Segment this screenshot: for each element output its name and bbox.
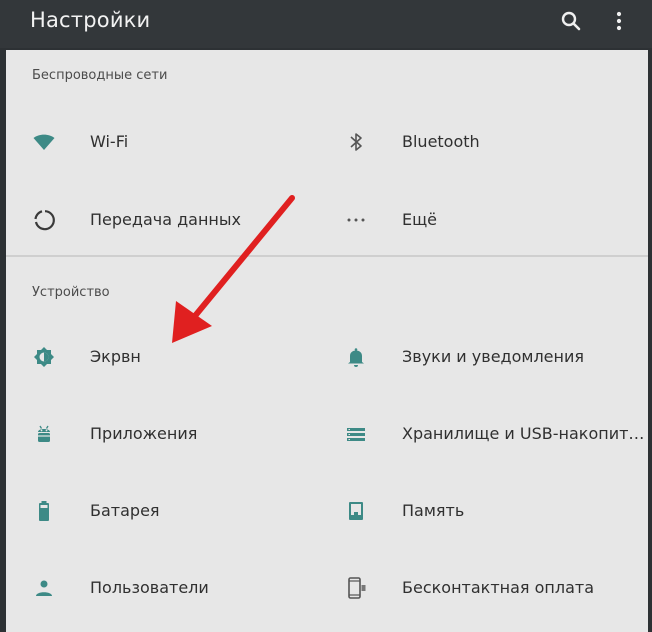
item-label: Память <box>402 501 465 520</box>
data-usage-icon <box>32 208 56 232</box>
device-section: Устройство Экрвн Звуки и уведомления При… <box>6 257 648 632</box>
item-label: Батарея <box>90 501 160 520</box>
search-icon[interactable] <box>556 6 586 36</box>
item-label: Звуки и уведомления <box>402 347 585 366</box>
settings-item-apps[interactable]: Приложения <box>32 414 312 454</box>
settings-item-data-usage[interactable]: Передача данных <box>32 200 312 240</box>
nfc-payment-icon <box>344 576 368 600</box>
section-header-device: Устройство <box>32 285 110 300</box>
storage-icon <box>344 422 368 446</box>
settings-item-storage[interactable]: Хранилище и USB-накопит… <box>344 414 644 454</box>
section-header-wireless: Беспроводные сети <box>32 68 168 83</box>
memory-icon <box>344 499 368 523</box>
item-label: Bluetooth <box>402 132 480 151</box>
settings-item-battery[interactable]: Батарея <box>32 491 312 531</box>
battery-icon <box>32 499 56 523</box>
settings-item-bluetooth[interactable]: Bluetooth <box>344 122 634 162</box>
settings-item-display[interactable]: Экрвн <box>32 337 312 377</box>
page-title: Настройки <box>30 8 151 32</box>
settings-screen: Беспроводные сети Wi-Fi Bluetooth Переда… <box>6 50 648 632</box>
item-label: Хранилище и USB-накопит… <box>402 424 645 443</box>
wifi-icon <box>32 130 56 154</box>
android-icon <box>32 422 56 446</box>
item-label: Передача данных <box>90 210 241 229</box>
item-label: Пользователи <box>90 578 209 597</box>
settings-item-nfc-payment[interactable]: Бесконтактная оплата <box>344 568 634 608</box>
more-horiz-icon <box>344 208 368 232</box>
item-label: Экрвн <box>90 347 141 366</box>
bell-icon <box>344 345 368 369</box>
brightness-icon <box>32 345 56 369</box>
settings-item-more[interactable]: Ещё <box>344 200 634 240</box>
person-icon <box>32 576 56 600</box>
wireless-section: Беспроводные сети Wi-Fi Bluetooth Переда… <box>6 50 648 257</box>
settings-item-wifi[interactable]: Wi-Fi <box>32 122 312 162</box>
more-vert-icon[interactable] <box>604 6 634 36</box>
settings-item-memory[interactable]: Память <box>344 491 634 531</box>
app-bar: Настройки <box>0 0 652 48</box>
item-label: Бесконтактная оплата <box>402 578 595 597</box>
settings-item-users[interactable]: Пользователи <box>32 568 312 608</box>
item-label: Приложения <box>90 424 198 443</box>
item-label: Wi-Fi <box>90 132 129 151</box>
item-label: Ещё <box>402 210 438 229</box>
bluetooth-icon <box>344 130 368 154</box>
settings-item-sounds[interactable]: Звуки и уведомления <box>344 337 634 377</box>
